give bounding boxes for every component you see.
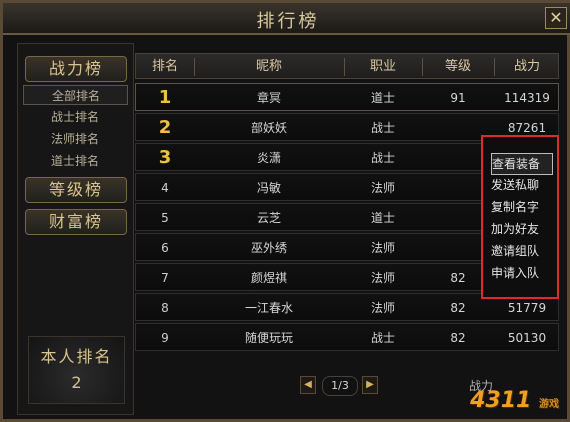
player-job: 法师 bbox=[370, 301, 395, 315]
player-name[interactable]: 部妖妖 bbox=[194, 114, 344, 142]
player-job: 法师 bbox=[370, 241, 395, 255]
self-rank-title: 本人排名 bbox=[40, 347, 113, 366]
menu-item-request-join-team[interactable]: 申请入队 bbox=[491, 263, 551, 283]
next-page-button[interactable]: ▶ bbox=[362, 376, 378, 394]
table-row[interactable]: 9 随便玩玩 战士 82 50130 bbox=[135, 323, 559, 351]
tab-power[interactable]: 战力榜 bbox=[25, 56, 127, 82]
player-job: 战士 bbox=[370, 331, 395, 345]
player-name[interactable]: 炎潇 bbox=[194, 144, 344, 172]
subitem-warrior-ranking[interactable]: 战士排名 bbox=[23, 107, 128, 127]
table-header: 排名 昵称 职业 等级 战力 bbox=[135, 53, 559, 79]
window-title: 排行榜 bbox=[256, 11, 320, 32]
tab-level[interactable]: 等级榜 bbox=[25, 177, 127, 203]
player-name[interactable]: 巫外绣 bbox=[194, 234, 344, 262]
rank-number: 6 bbox=[161, 241, 169, 255]
prev-page-button[interactable]: ◀ bbox=[300, 376, 316, 394]
rank-medal: 1 bbox=[158, 87, 172, 108]
watermark-small: 游戏 bbox=[539, 399, 559, 410]
menu-item-send-private-message[interactable]: 发送私聊 bbox=[491, 175, 551, 195]
player-job: 道士 bbox=[370, 91, 395, 105]
menu-item-add-friend[interactable]: 加为好友 bbox=[491, 219, 551, 239]
tab-wealth[interactable]: 财富榜 bbox=[25, 209, 127, 235]
ranking-window: 排行榜 ✕ 战力榜 全部排名 战士排名 法师排名 道士排名 等级榜 财富榜 本人… bbox=[0, 0, 570, 422]
rank-number: 9 bbox=[161, 331, 169, 345]
rank-number: 5 bbox=[161, 211, 169, 225]
header-job: 职业 bbox=[369, 59, 396, 74]
self-rank-box: 本人排名 2 bbox=[28, 336, 125, 404]
player-job: 法师 bbox=[370, 271, 395, 285]
subitem-taoist-ranking[interactable]: 道士排名 bbox=[23, 151, 128, 171]
menu-item-copy-name[interactable]: 复制名字 bbox=[491, 197, 551, 217]
player-job: 战士 bbox=[370, 151, 395, 165]
player-level: 91 bbox=[450, 91, 466, 105]
menu-item-view-equipment[interactable]: 查看装备 bbox=[491, 153, 553, 175]
player-job: 道士 bbox=[370, 211, 395, 225]
player-name[interactable]: 一江春水 bbox=[194, 294, 344, 322]
player-name[interactable]: 颜煜祺 bbox=[194, 264, 344, 292]
watermark-text: 4311 bbox=[470, 388, 532, 413]
rank-number: 4 bbox=[161, 181, 169, 195]
header-rank: 排名 bbox=[151, 59, 178, 74]
left-panel: 战力榜 全部排名 战士排名 法师排名 道士排名 等级榜 财富榜 本人排名 2 bbox=[17, 43, 134, 415]
rank-medal: 3 bbox=[158, 147, 172, 168]
self-rank-value: 2 bbox=[71, 373, 82, 392]
close-button[interactable]: ✕ bbox=[545, 7, 567, 29]
header-level: 等级 bbox=[444, 59, 471, 74]
watermark-logo: 4311 游戏 bbox=[470, 388, 559, 413]
rank-number: 8 bbox=[161, 301, 169, 315]
subitem-mage-ranking[interactable]: 法师排名 bbox=[23, 129, 128, 149]
player-context-menu: 查看装备 发送私聊 复制名字 加为好友 邀请组队 申请入队 bbox=[481, 135, 559, 299]
player-power: 114319 bbox=[504, 91, 550, 105]
title-bar: 排行榜 ✕ bbox=[3, 3, 570, 35]
player-power: 50130 bbox=[507, 331, 547, 345]
page-indicator: 1/3 bbox=[322, 376, 358, 396]
player-name[interactable]: 冯敏 bbox=[194, 174, 344, 202]
player-level: 82 bbox=[450, 331, 466, 345]
player-job: 战士 bbox=[370, 121, 395, 135]
subitem-all-ranking[interactable]: 全部排名 bbox=[23, 85, 128, 105]
player-name[interactable]: 随便玩玩 bbox=[194, 324, 344, 352]
header-power: 战力 bbox=[513, 59, 540, 74]
rank-medal: 2 bbox=[158, 117, 172, 138]
player-name[interactable]: 云芝 bbox=[194, 204, 344, 232]
player-job: 法师 bbox=[370, 181, 395, 195]
menu-item-invite-team[interactable]: 邀请组队 bbox=[491, 241, 551, 261]
table-row[interactable]: 1 章冥 道士 91 114319 bbox=[135, 83, 559, 111]
ranking-table: 排名 昵称 职业 等级 战力 1 章冥 道士 91 114319 2 部妖妖 战… bbox=[135, 43, 559, 413]
header-name: 昵称 bbox=[255, 59, 282, 74]
player-name[interactable]: 章冥 bbox=[194, 84, 344, 112]
rank-number: 7 bbox=[161, 271, 169, 285]
